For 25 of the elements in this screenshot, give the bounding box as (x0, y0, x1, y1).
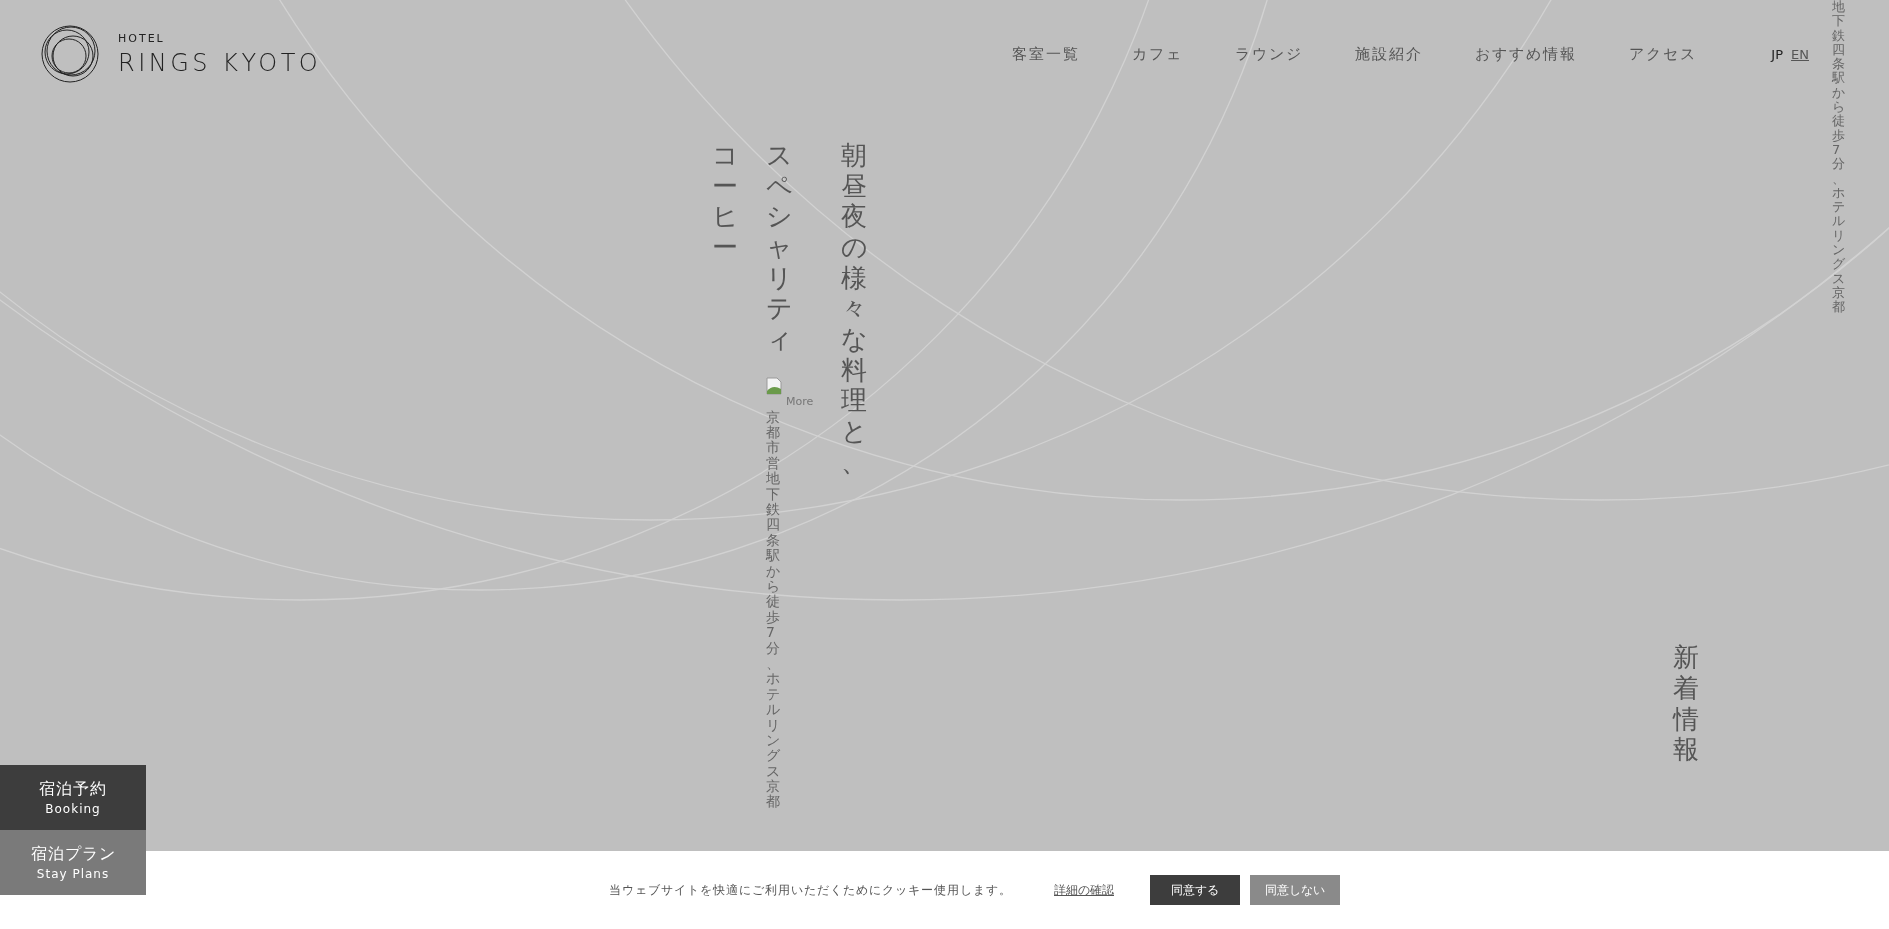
reservation-button[interactable]: 宿泊予約 Booking (0, 765, 146, 830)
logo-name-text: RINGS KYOTO (118, 48, 322, 77)
hero-heading-line: スペシャリティ (766, 140, 792, 355)
news-heading: 新着情報 (1673, 642, 1699, 765)
nav-link[interactable]: 施設紹介 (1355, 44, 1424, 64)
hero-caption: 京都市営地下鉄四条駅から徒歩7分、ホテルリングス京都 (766, 409, 780, 810)
nav-link[interactable]: ラウンジ (1235, 44, 1304, 64)
hero-heading-line: 朝昼夜の様々な料理と、 (841, 140, 868, 478)
hero-heading-line: コーヒー (712, 140, 738, 263)
nav-link[interactable]: おすすめ情報 (1475, 44, 1578, 64)
rings-logo-icon[interactable] (40, 23, 100, 85)
nav-link[interactable]: 客室一覧 (1012, 44, 1081, 64)
consent-button[interactable]: 同意しない (1250, 875, 1340, 905)
nav-link[interactable]: アクセス (1629, 44, 1698, 64)
cookie-message: 当ウェブサイトを快適にご利用いただくためにクッキー使用します。 (609, 881, 1012, 899)
image-alt-text: More (786, 394, 814, 408)
reservation-button[interactable]: 宿泊プラン Stay Plans (0, 830, 146, 895)
access-vertical-text: 地下鉄四条駅から徒歩7分、ホテルリングス京都 (1832, 0, 1845, 315)
nav-link[interactable]: カフェ (1132, 44, 1184, 64)
logo-hotel-text: HOTEL (118, 31, 166, 45)
language-link[interactable]: EN (1791, 46, 1809, 62)
consent-button[interactable]: 同意する (1150, 875, 1240, 905)
details-link[interactable]: 詳細の確認 (1054, 881, 1114, 899)
language-link[interactable]: JP (1771, 46, 1784, 62)
broken-image-icon (766, 376, 782, 395)
